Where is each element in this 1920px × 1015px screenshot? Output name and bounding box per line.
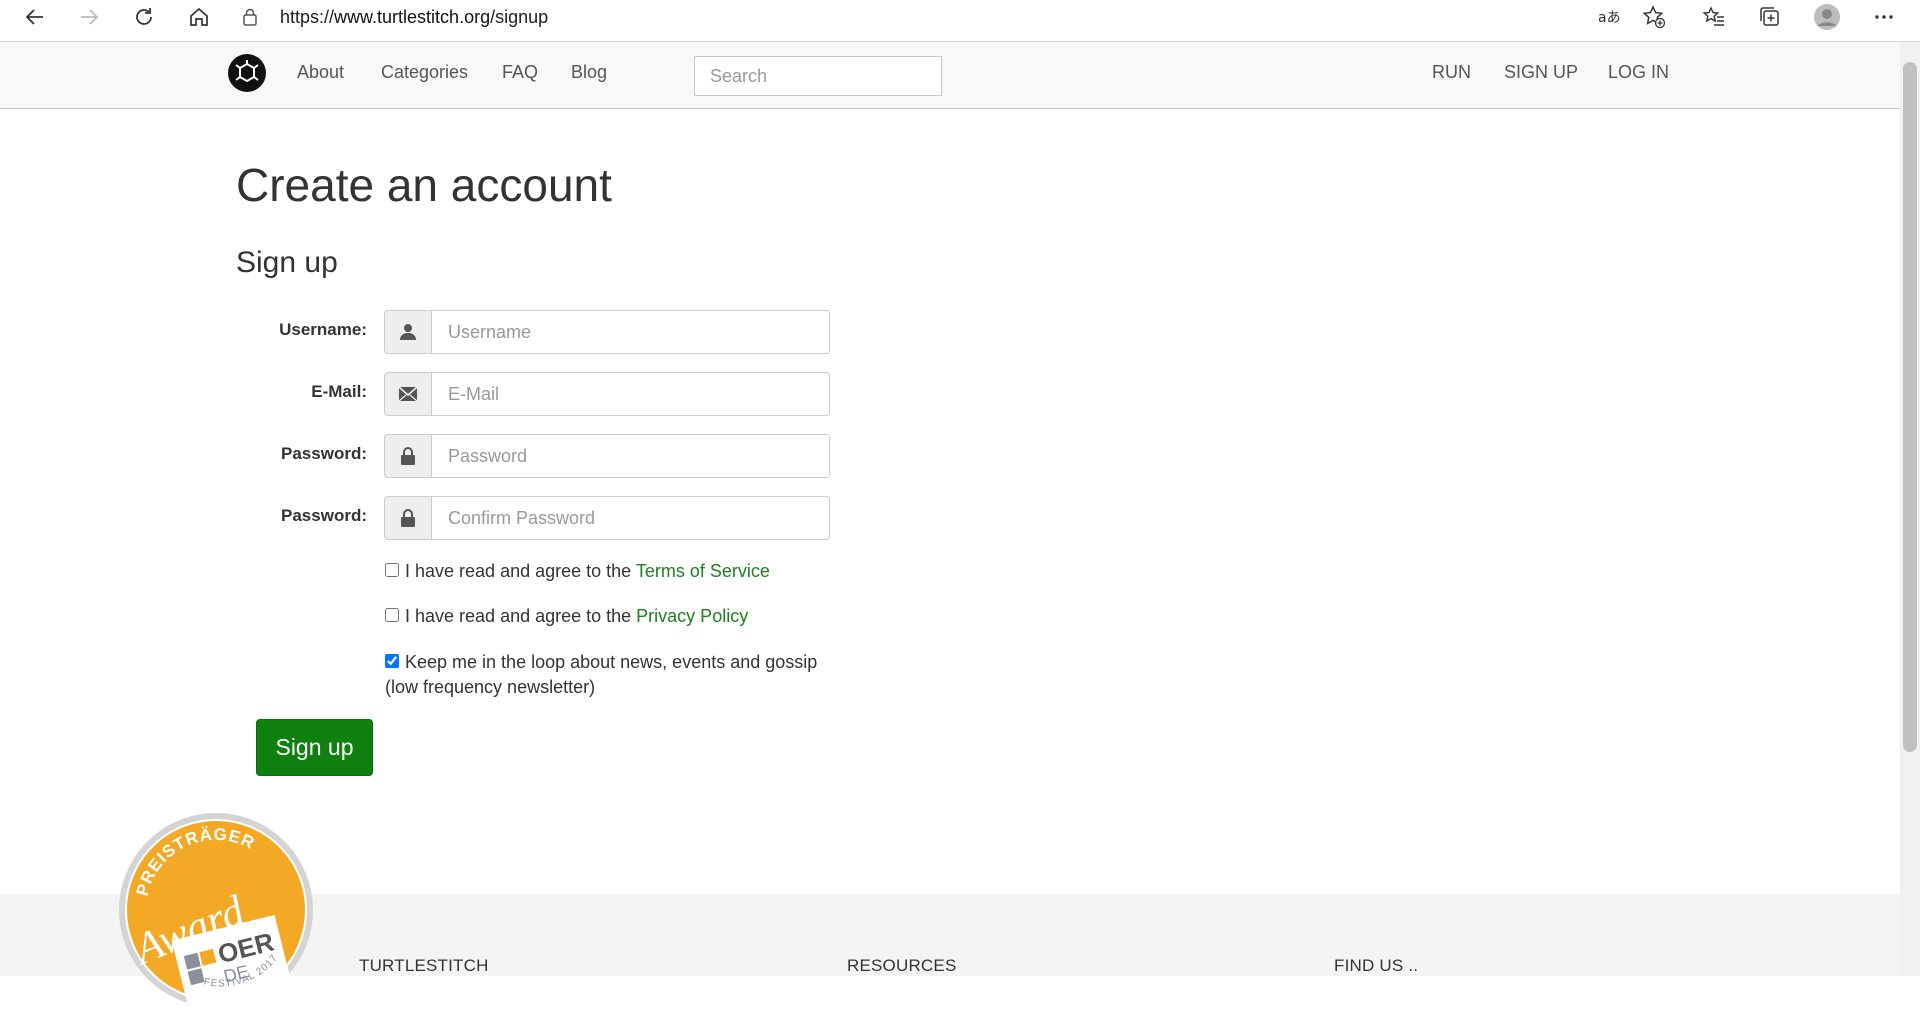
sign-up-button[interactable]: Sign up xyxy=(256,719,373,776)
url-text: https://www.turtlestitch.org/signup xyxy=(280,6,549,27)
username-label: Username: xyxy=(279,320,367,339)
favorites-list-icon xyxy=(1702,6,1724,26)
browser-toolbar: https://www.turtlestitch.org/signup aあ xyxy=(0,0,1920,42)
privacy-checkbox-row: I have read and agree to the Privacy Pol… xyxy=(385,604,748,629)
page-title: Create an account xyxy=(236,159,612,211)
nav-categories-link[interactable]: Categories xyxy=(381,62,468,83)
oer-award-badge[interactable]: PREISTRÄGER Award OER DE FESTIVAL 2017 xyxy=(116,810,316,1015)
refresh-button[interactable] xyxy=(123,0,165,34)
home-icon xyxy=(190,7,208,26)
read-aloud-button[interactable]: aあ xyxy=(1588,0,1630,34)
forward-button[interactable] xyxy=(68,0,110,34)
lock-icon xyxy=(235,8,265,26)
add-favorite-button[interactable] xyxy=(1633,0,1675,34)
lock-icon xyxy=(384,496,432,540)
envelope-icon xyxy=(384,372,432,416)
back-button[interactable] xyxy=(14,0,56,34)
nav-faq-link[interactable]: FAQ xyxy=(502,62,538,83)
scrollbar-thumb[interactable] xyxy=(1903,62,1917,752)
user-icon xyxy=(384,310,432,354)
star-add-icon xyxy=(1642,5,1666,29)
award-seal-icon: PREISTRÄGER Award OER DE FESTIVAL 2017 xyxy=(119,813,313,1015)
username-field-group xyxy=(384,310,830,354)
nav-blog-link[interactable]: Blog xyxy=(571,62,607,83)
footer-col-turtlestitch: TURTLESTITCH xyxy=(359,956,489,975)
password-input[interactable] xyxy=(432,434,830,478)
nav-login-link[interactable]: LOG IN xyxy=(1608,62,1669,83)
password-field-group xyxy=(384,434,830,478)
terms-checkbox[interactable] xyxy=(385,563,399,577)
footer-col-resources: RESOURCES xyxy=(847,956,957,975)
terms-checkbox-label: I have read and agree to the xyxy=(405,561,636,581)
newsletter-checkbox-label: Keep me in the loop about news, events a… xyxy=(405,652,818,672)
favorites-button[interactable] xyxy=(1693,0,1735,34)
privacy-policy-link[interactable]: Privacy Policy xyxy=(636,606,748,626)
confirm-password-field-group xyxy=(384,496,830,540)
username-input[interactable] xyxy=(432,310,830,354)
profile-button[interactable] xyxy=(1806,0,1848,34)
address-bar[interactable]: https://www.turtlestitch.org/signup xyxy=(235,0,1681,34)
more-dots-icon xyxy=(1875,15,1893,19)
back-arrow-icon xyxy=(25,9,43,25)
nav-about-link[interactable]: About xyxy=(297,62,344,83)
newsletter-checkbox[interactable] xyxy=(385,654,399,668)
form-heading: Sign up xyxy=(236,246,338,279)
confirm-password-input[interactable] xyxy=(432,496,830,540)
privacy-checkbox-label: I have read and agree to the xyxy=(405,606,637,626)
turtle-logo-icon xyxy=(229,55,265,91)
email-field-group xyxy=(384,372,830,416)
privacy-checkbox[interactable] xyxy=(385,608,399,622)
avatar-icon xyxy=(1814,4,1840,30)
refresh-icon xyxy=(136,8,152,25)
home-button[interactable] xyxy=(178,0,220,34)
search-input[interactable]: Search xyxy=(694,56,942,96)
svg-text:aあ: aあ xyxy=(1598,10,1621,26)
collections-button[interactable] xyxy=(1749,0,1791,34)
email-label: E-Mail: xyxy=(311,382,367,401)
site-navbar: About Categories FAQ Blog Search RUN SIG… xyxy=(0,42,1900,109)
collections-icon xyxy=(1760,7,1779,26)
confirm-password-label: Password: xyxy=(281,506,367,525)
footer-col-find-us: FIND US .. xyxy=(1334,956,1419,975)
email-input[interactable] xyxy=(432,372,830,416)
lock-icon xyxy=(384,434,432,478)
newsletter-checkbox-sublabel: (low frequency newsletter) xyxy=(385,677,596,697)
turtlestitch-logo[interactable] xyxy=(228,54,266,92)
newsletter-checkbox-row: Keep me in the loop about news, events a… xyxy=(385,650,845,700)
forward-arrow-icon xyxy=(81,9,99,25)
password-label: Password: xyxy=(281,444,367,463)
terms-checkbox-row: I have read and agree to the Terms of Se… xyxy=(385,559,770,584)
terms-of-service-link[interactable]: Terms of Service xyxy=(636,561,770,581)
settings-menu-button[interactable] xyxy=(1863,0,1905,34)
nav-signup-link[interactable]: SIGN UP xyxy=(1504,62,1578,83)
nav-run-link[interactable]: RUN xyxy=(1432,62,1471,83)
translate-icon: aあ xyxy=(1598,10,1621,26)
